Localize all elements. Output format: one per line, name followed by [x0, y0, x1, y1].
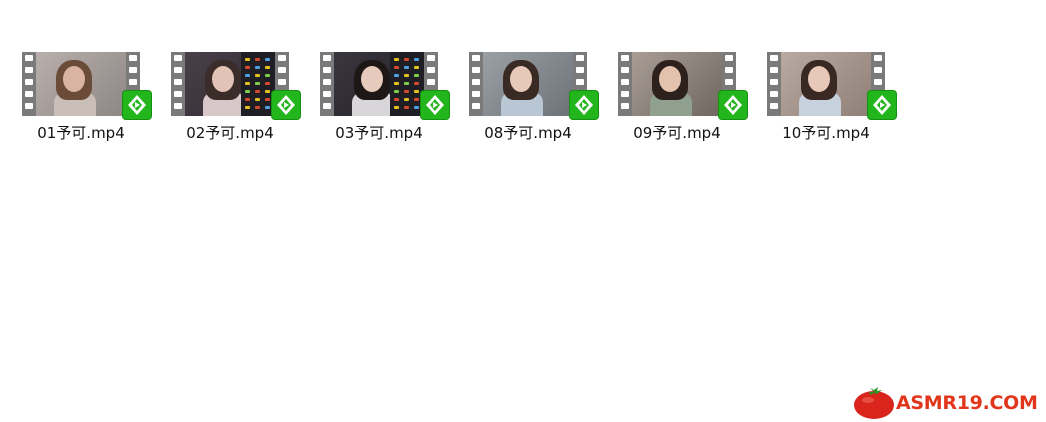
video-frame	[185, 52, 275, 116]
video-thumbnail[interactable]	[469, 52, 599, 120]
file-name-label[interactable]: 02予可.mp4	[160, 122, 300, 143]
file-grid: 01予可.mp4 02予可.mp4 03予可.mp4 08予可.mp4 09予可.mp4…	[0, 0, 1046, 160]
file-item[interactable]: 09予可.mp4	[607, 52, 748, 144]
video-player-icon	[420, 90, 450, 120]
file-item[interactable]: 10予可.mp4	[756, 52, 897, 144]
file-name-label[interactable]: 08予可.mp4	[458, 122, 598, 143]
video-frame	[334, 52, 424, 116]
video-thumbnail[interactable]	[618, 52, 748, 120]
video-player-icon	[271, 90, 301, 120]
file-item[interactable]: 08予可.mp4	[458, 52, 599, 144]
file-name-label[interactable]: 03予可.mp4	[309, 122, 449, 143]
file-name-label[interactable]: 09予可.mp4	[607, 122, 747, 143]
film-strip-icon	[171, 52, 185, 116]
video-player-icon	[569, 90, 599, 120]
video-player-icon	[718, 90, 748, 120]
video-frame	[483, 52, 573, 116]
video-player-icon	[122, 90, 152, 120]
video-player-icon	[867, 90, 897, 120]
video-thumbnail[interactable]	[22, 52, 152, 120]
film-strip-icon	[767, 52, 781, 116]
video-frame	[36, 52, 126, 116]
file-name-label[interactable]: 01予可.mp4	[11, 122, 151, 143]
film-strip-icon	[320, 52, 334, 116]
film-strip-icon	[618, 52, 632, 116]
watermark: ASMR19.COM	[852, 386, 1042, 420]
tomato-icon	[854, 387, 894, 419]
video-thumbnail[interactable]	[171, 52, 301, 120]
video-frame	[632, 52, 722, 116]
file-item[interactable]: 01予可.mp4	[11, 52, 152, 144]
video-thumbnail[interactable]	[767, 52, 897, 120]
film-strip-icon	[22, 52, 36, 116]
video-thumbnail[interactable]	[320, 52, 450, 120]
file-name-label[interactable]: 10予可.mp4	[756, 122, 896, 143]
film-strip-icon	[469, 52, 483, 116]
video-frame	[781, 52, 871, 116]
file-item[interactable]: 02予可.mp4	[160, 52, 301, 144]
watermark-text: ASMR19.COM	[896, 392, 1038, 414]
file-item[interactable]: 03予可.mp4	[309, 52, 450, 144]
